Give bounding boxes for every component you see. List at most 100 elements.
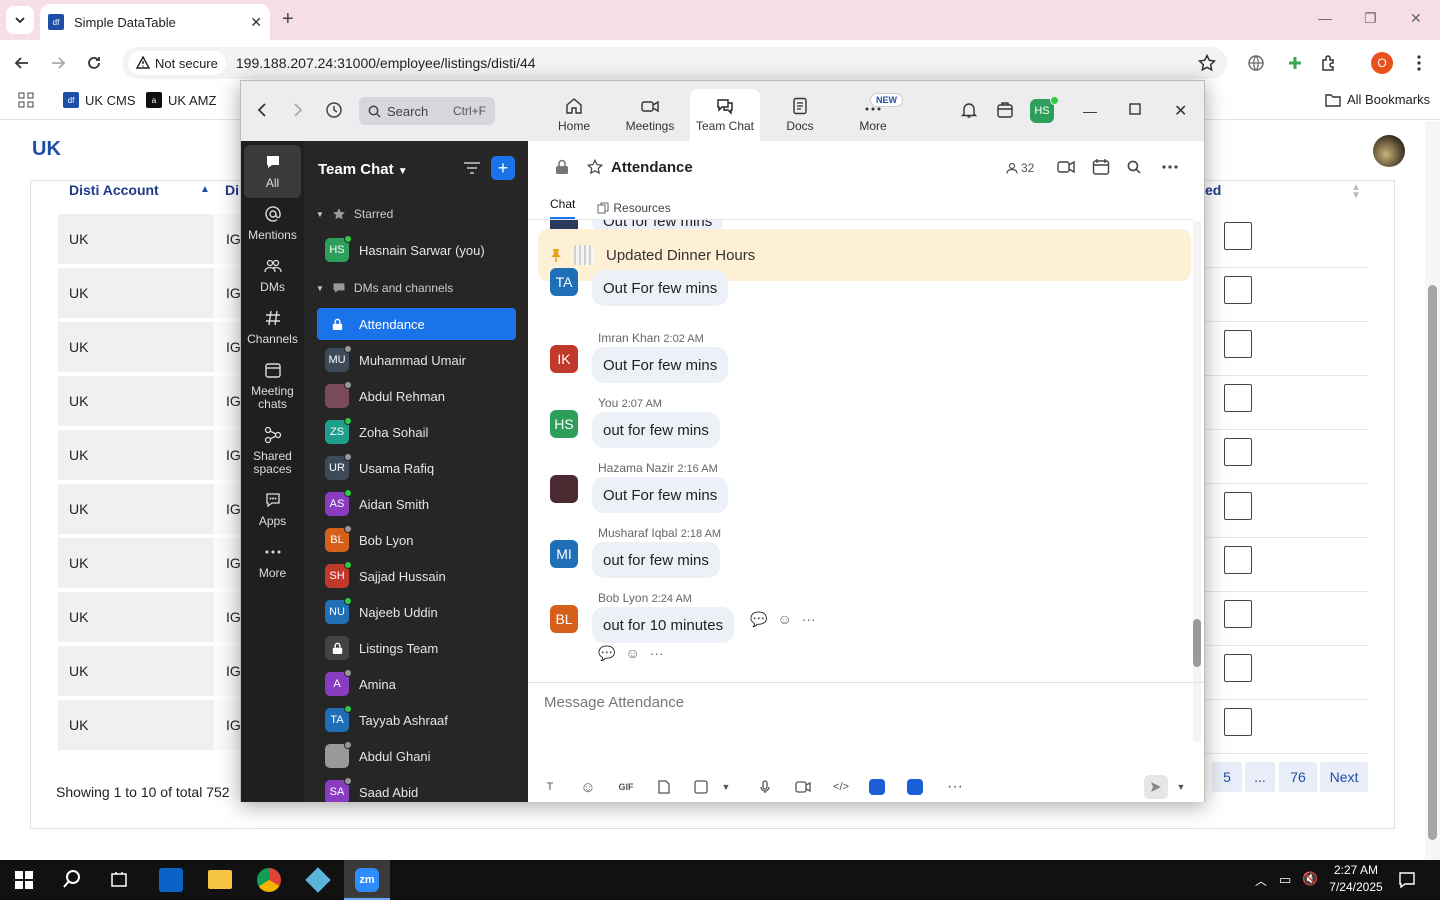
screenshot-dropdown-icon[interactable]: ▼ [716, 777, 736, 797]
message-bubble[interactable]: out for few mins [592, 542, 720, 578]
reply-icon[interactable]: 💬 [598, 645, 615, 662]
translate-icon[interactable] [1245, 52, 1267, 74]
uk-logo-icon[interactable]: UK [32, 138, 61, 161]
send-icon[interactable] [1144, 775, 1168, 799]
emoji-icon[interactable]: ☺ [578, 777, 598, 797]
chat-scrollbar-thumb[interactable] [1193, 619, 1201, 667]
reload-button[interactable] [83, 52, 105, 74]
channel-item[interactable]: HS Hasnain Sarwar (you) [317, 234, 516, 266]
zoom-close-icon[interactable]: ✕ [1174, 101, 1187, 121]
zoom-search-input[interactable]: Search Ctrl+F [359, 97, 495, 125]
channel-item[interactable]: NU Najeeb Uddin [317, 596, 516, 628]
file-icon[interactable] [654, 777, 674, 797]
windows-start-icon[interactable] [15, 871, 33, 889]
rail-mentions[interactable]: Mentions [241, 205, 304, 242]
new-tab-button[interactable]: + [282, 8, 294, 31]
chrome-icon[interactable] [257, 868, 281, 892]
bookmark-uk-cms[interactable]: df UK CMS [63, 92, 136, 108]
close-window-icon[interactable]: ✕ [1410, 10, 1422, 27]
subtab-chat[interactable]: Chat [550, 197, 576, 219]
search-icon[interactable] [1127, 160, 1141, 174]
rail-shared-spaces[interactable]: Shared spaces [241, 426, 304, 476]
channel-title[interactable]: Attendance [611, 159, 693, 176]
user-avatar[interactable] [1373, 135, 1405, 167]
channel-item[interactable]: BL Bob Lyon [317, 524, 516, 556]
compose-plus-button[interactable]: + [491, 156, 515, 180]
channel-item[interactable]: SH Sajjad Hussain [317, 560, 516, 592]
zoom-minimize-icon[interactable]: — [1083, 103, 1097, 119]
message-bubble[interactable]: Out For few mins [592, 347, 729, 383]
channel-item[interactable]: AS Aidan Smith [317, 488, 516, 520]
row-checkbox[interactable] [1224, 276, 1252, 304]
row-checkbox[interactable] [1224, 492, 1252, 520]
text-format-icon[interactable]: T [540, 777, 560, 797]
reply-icon[interactable]: 💬 [750, 611, 767, 628]
sort-icon[interactable]: ▲ ▼ [1351, 183, 1361, 201]
channel-item[interactable]: ZS Zoha Sohail [317, 416, 516, 448]
extension-plus-icon[interactable] [1284, 52, 1306, 74]
row-checkbox[interactable] [1224, 384, 1252, 412]
bookmark-star-icon[interactable] [1196, 52, 1218, 74]
sender-name[interactable]: Imran Khan [598, 331, 660, 345]
forward-button[interactable] [47, 52, 69, 74]
message-bubble[interactable]: out for 10 minutes [592, 607, 735, 643]
sender-avatar[interactable]: HS [550, 410, 578, 438]
notification-center-icon[interactable] [1398, 871, 1416, 889]
row-checkbox[interactable] [1224, 330, 1252, 358]
member-count[interactable]: 32 [1006, 161, 1034, 175]
video-message-icon[interactable] [793, 777, 813, 797]
zoom-back-icon[interactable] [257, 103, 267, 117]
channel-item[interactable]: Abdul Ghani [317, 740, 516, 772]
file-explorer-icon[interactable] [208, 870, 232, 889]
address-bar[interactable]: Not secure 199.188.207.24:31000/employee… [122, 47, 1227, 79]
microphone-icon[interactable] [755, 777, 775, 797]
message-bubble[interactable]: Out For few mins [592, 477, 729, 513]
tab-search-button[interactable] [6, 6, 34, 34]
channel-item[interactable]: Attendance [317, 308, 516, 340]
subtab-resources[interactable]: Resources [597, 197, 671, 219]
sender-name[interactable]: You [598, 396, 618, 410]
sender-avatar[interactable]: TA [550, 268, 578, 296]
message-bubble[interactable]: Out For few mins [592, 270, 729, 306]
all-bookmarks-button[interactable]: All Bookmarks [1325, 92, 1430, 107]
emoji-react-icon[interactable]: ☺ [625, 645, 639, 662]
tray-chevron-up-icon[interactable]: ︿ [1255, 872, 1267, 889]
tab-team-chat[interactable]: Team Chat [690, 89, 760, 141]
col-header-second[interactable]: Di [225, 182, 239, 198]
bookmark-uk-amz[interactable]: a UK AMZ [146, 92, 216, 108]
row-checkbox[interactable] [1224, 546, 1252, 574]
extensions-puzzle-icon[interactable] [1318, 52, 1340, 74]
gif-icon[interactable]: GIF [616, 777, 636, 797]
col-header-last[interactable]: ed [1205, 182, 1221, 198]
filter-icon[interactable] [463, 161, 481, 175]
message-input[interactable]: Message Attendance [544, 694, 684, 711]
message-more-icon[interactable]: ··· [650, 645, 664, 662]
channel-item[interactable]: Listings Team [317, 632, 516, 664]
kebab-menu-icon[interactable] [1408, 52, 1430, 74]
row-checkbox[interactable] [1224, 600, 1252, 628]
rail-meeting-chats[interactable]: Meeting chats [241, 361, 304, 411]
channel-item[interactable]: SA Saad Abid [317, 776, 516, 802]
channel-item[interactable]: Abdul Rehman [317, 380, 516, 412]
sender-name[interactable]: Bob Lyon [598, 591, 648, 605]
more-options-icon[interactable] [1162, 165, 1178, 169]
page-76-button[interactable]: 76 [1279, 762, 1317, 792]
channel-item[interactable]: A Amina [317, 668, 516, 700]
star-outline-icon[interactable] [587, 159, 603, 175]
apps-grid-icon[interactable] [18, 92, 34, 108]
channel-item[interactable]: UR Usama Rafiq [317, 452, 516, 484]
profile-avatar[interactable]: O [1371, 52, 1393, 74]
channel-item[interactable]: TA Tayyab Ashraaf [317, 704, 516, 736]
tab-meetings[interactable]: Meetings [615, 89, 685, 141]
zoom-maximize-icon[interactable] [1129, 103, 1141, 115]
back-button[interactable] [11, 52, 33, 74]
section-starred[interactable]: ▼ Starred [316, 207, 393, 221]
zoom-forward-icon[interactable] [293, 103, 303, 117]
col-header-disti-account[interactable]: Disti Account [69, 182, 159, 198]
calendar-icon[interactable] [1092, 158, 1110, 176]
minimize-icon[interactable]: — [1318, 10, 1332, 26]
volume-muted-icon[interactable]: 🔇 [1302, 871, 1318, 887]
tab-docs[interactable]: Docs [765, 89, 835, 141]
browser-tab[interactable]: df Simple DataTable ✕ [40, 4, 270, 40]
network-icon[interactable]: ▭ [1279, 872, 1291, 888]
